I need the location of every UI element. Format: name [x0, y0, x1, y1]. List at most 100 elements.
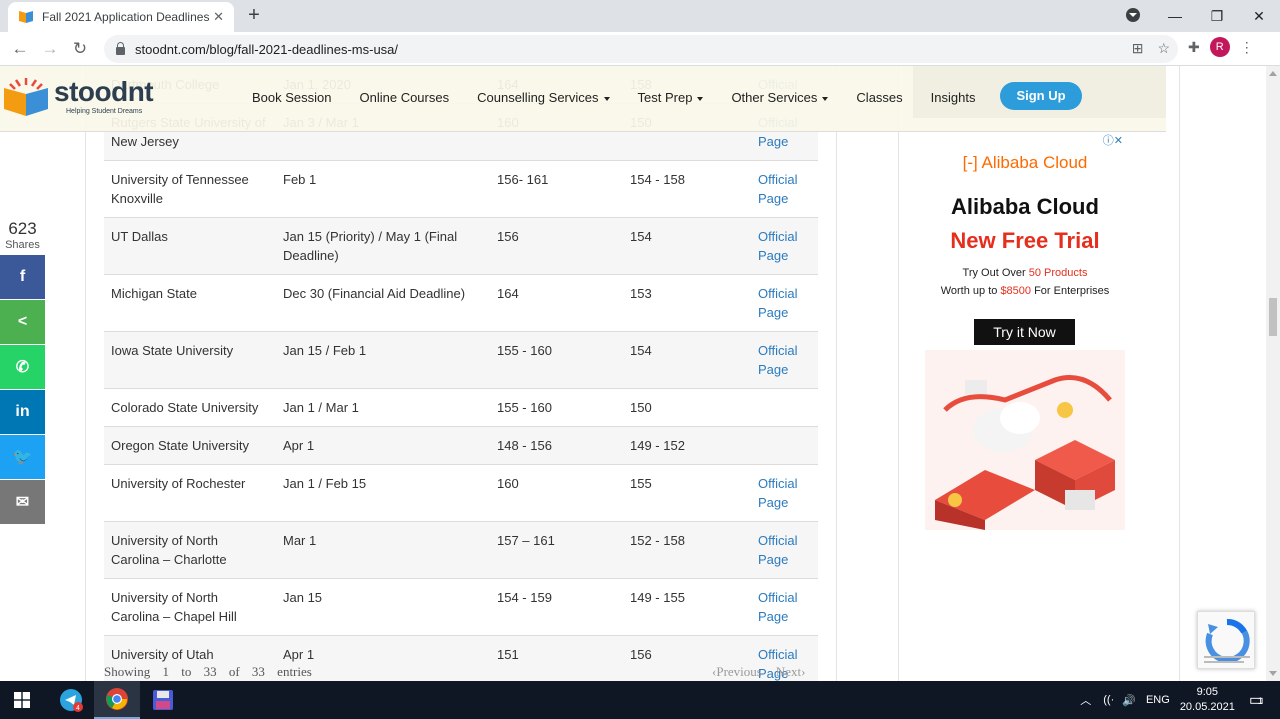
table-row: University of North Carolina – Chapel Hi…: [104, 578, 818, 636]
official-page-link[interactable]: Official Page: [751, 217, 818, 275]
university-cell: Oregon State University: [104, 426, 276, 465]
nav-item-counselling-services[interactable]: Counselling Services: [477, 90, 610, 105]
score-cell: 150: [623, 388, 751, 427]
official-page-link[interactable]: Official Page: [751, 464, 818, 522]
cloud-servers-illustration-icon: [925, 350, 1125, 530]
table-row: University of North Carolina – Charlotte…: [104, 521, 818, 579]
next-button[interactable]: Next›: [776, 664, 806, 680]
scroll-up-arrow-icon[interactable]: [1269, 71, 1277, 76]
gre-score-cell: 155 - 160: [490, 331, 623, 389]
back-button[interactable]: ←: [9, 38, 31, 60]
save-app-taskbar-button[interactable]: [140, 681, 186, 719]
profile-avatar[interactable]: R: [1209, 37, 1230, 57]
table-row: Oregon State University Apr 1 148 - 156 149…: [104, 426, 818, 465]
score-cell: 154: [623, 217, 751, 275]
minimize-button[interactable]: —: [1154, 8, 1196, 24]
twitter-icon: 🐦: [12, 449, 33, 466]
score-cell: 153: [623, 274, 751, 332]
scroll-down-arrow-icon[interactable]: [1269, 671, 1277, 676]
recaptcha-badge[interactable]: [1197, 611, 1255, 669]
nav-item-book-session[interactable]: Book Session: [252, 90, 332, 105]
official-page-link[interactable]: Official Page: [751, 160, 818, 218]
windows-start-icon[interactable]: [14, 692, 30, 708]
ad-line2: Worth up to $8500 For Enterprises: [940, 285, 1110, 297]
browser-menu-icon[interactable]: ⋮: [1240, 39, 1254, 56]
deadline-cell: Jan 15 / Feb 1: [276, 331, 490, 389]
official-page-link[interactable]: Official Page: [751, 274, 818, 332]
university-cell: University of North Carolina – Charlotte: [104, 521, 276, 579]
official-page-link[interactable]: Official Page: [751, 521, 818, 579]
ad-brand: [-] Alibaba Cloud: [962, 153, 1088, 172]
whatsapp-share-button[interactable]: ✆: [0, 345, 45, 389]
volume-icon[interactable]: 🔊: [1122, 694, 1136, 707]
new-tab-button[interactable]: +: [244, 4, 264, 27]
official-page-link: [751, 388, 818, 427]
linkedin-share-button[interactable]: in: [0, 390, 45, 434]
window-controls: — ❐ ✕: [1112, 0, 1280, 32]
facebook-share-button[interactable]: f: [0, 255, 45, 299]
university-cell: University of Tennessee Knoxville: [104, 160, 276, 218]
nav-item-test-prep[interactable]: Test Prep: [638, 90, 704, 105]
address-bar[interactable]: stoodnt.com/blog/fall-2021-deadlines-ms-…: [104, 35, 1178, 63]
nav-item-classes[interactable]: Classes: [856, 90, 902, 105]
table-row: Colorado State University Jan 1 / Mar 1 15…: [104, 388, 818, 427]
scrollbar-thumb[interactable]: [1269, 298, 1277, 336]
forward-button[interactable]: →: [39, 38, 61, 60]
clock[interactable]: 9:05 20.05.2021: [1180, 685, 1235, 715]
show-hidden-icons-chevron-icon[interactable]: ︿: [1080, 692, 1091, 708]
browser-tabstrip: Fall 2021 Application Deadlines fo ✕ + —…: [0, 0, 1280, 32]
caret-down-icon: [603, 96, 610, 101]
bookmark-star-icon[interactable]: ☆: [1157, 40, 1170, 57]
caret-down-icon: [822, 96, 829, 101]
advertisement[interactable]: ⓘ✕ [-] Alibaba Cloud Alibaba Cloud New F…: [925, 132, 1125, 530]
system-tray: ︿ ((· 🔊 ENG 9:05 20.05.2021 ▭ 1: [1080, 681, 1280, 719]
notification-center-icon[interactable]: ▭ 1: [1249, 690, 1264, 710]
lock-icon: [116, 42, 125, 55]
language-indicator[interactable]: ENG: [1146, 694, 1170, 706]
sign-up-button[interactable]: Sign Up: [1000, 82, 1082, 110]
telegram-taskbar-button[interactable]: 4: [48, 681, 94, 719]
official-page-link[interactable]: Official Page: [751, 578, 818, 636]
deadline-cell: Jan 1 / Mar 1: [276, 388, 490, 427]
nav-item-insights[interactable]: Insights: [931, 90, 976, 105]
extensions-puzzle-icon[interactable]: ✚: [1188, 39, 1200, 56]
site-header: stoodnt Helping Student Dreams Book Sess…: [0, 66, 1166, 132]
reload-button[interactable]: ↻: [69, 38, 91, 60]
university-cell: University of North Carolina – Chapel Hi…: [104, 578, 276, 636]
gre-score-cell: 156: [490, 217, 623, 275]
table-row: University of Tennessee Knoxville Feb 1 15…: [104, 160, 818, 218]
browser-tab-active[interactable]: Fall 2021 Application Deadlines fo ✕: [8, 2, 234, 32]
ad-title: Alibaba Cloud: [951, 194, 1099, 219]
floppy-disk-icon: [153, 690, 173, 710]
nav-item-other-services[interactable]: Other Services: [731, 90, 829, 105]
site-favicon-icon: [18, 9, 34, 25]
gre-score-cell: 157 – 161: [490, 521, 623, 579]
profile-dropdown-icon[interactable]: [1112, 7, 1154, 25]
table-pagination: ‹Previous Next›: [712, 664, 805, 680]
twitter-share-button[interactable]: 🐦: [0, 435, 45, 479]
ad-choices-close-icon[interactable]: ⓘ✕: [1103, 132, 1123, 148]
table-row: Michigan State Dec 30 (Financial Aid Dead…: [104, 274, 818, 332]
wifi-icon[interactable]: ((·: [1103, 694, 1114, 706]
logo-text: stoodnt: [54, 76, 154, 107]
university-cell: Michigan State: [104, 274, 276, 332]
chrome-taskbar-button[interactable]: [94, 681, 140, 719]
page-scrollbar[interactable]: [1266, 66, 1280, 681]
nav-item-online-courses[interactable]: Online Courses: [360, 90, 450, 105]
translate-icon[interactable]: ⊞: [1132, 40, 1144, 57]
previous-button[interactable]: ‹Previous: [712, 664, 762, 680]
close-window-button[interactable]: ✕: [1238, 8, 1280, 25]
email-share-button[interactable]: ✉: [0, 480, 45, 524]
share-share-button[interactable]: <: [0, 300, 45, 344]
close-tab-icon[interactable]: ✕: [213, 9, 224, 25]
deadline-cell: Feb 1: [276, 160, 490, 218]
deadline-cell: Dec 30 (Financial Aid Deadline): [276, 274, 490, 332]
university-cell: Colorado State University: [104, 388, 276, 427]
share-label: Shares: [5, 239, 40, 251]
ad-try-now-button[interactable]: Try it Now: [974, 319, 1075, 345]
official-page-link[interactable]: Official Page: [751, 331, 818, 389]
deadline-cell: Mar 1: [276, 521, 490, 579]
telegram-icon: 4: [60, 689, 83, 712]
site-logo[interactable]: stoodnt Helping Student Dreams: [0, 72, 170, 124]
restore-button[interactable]: ❐: [1196, 8, 1238, 25]
